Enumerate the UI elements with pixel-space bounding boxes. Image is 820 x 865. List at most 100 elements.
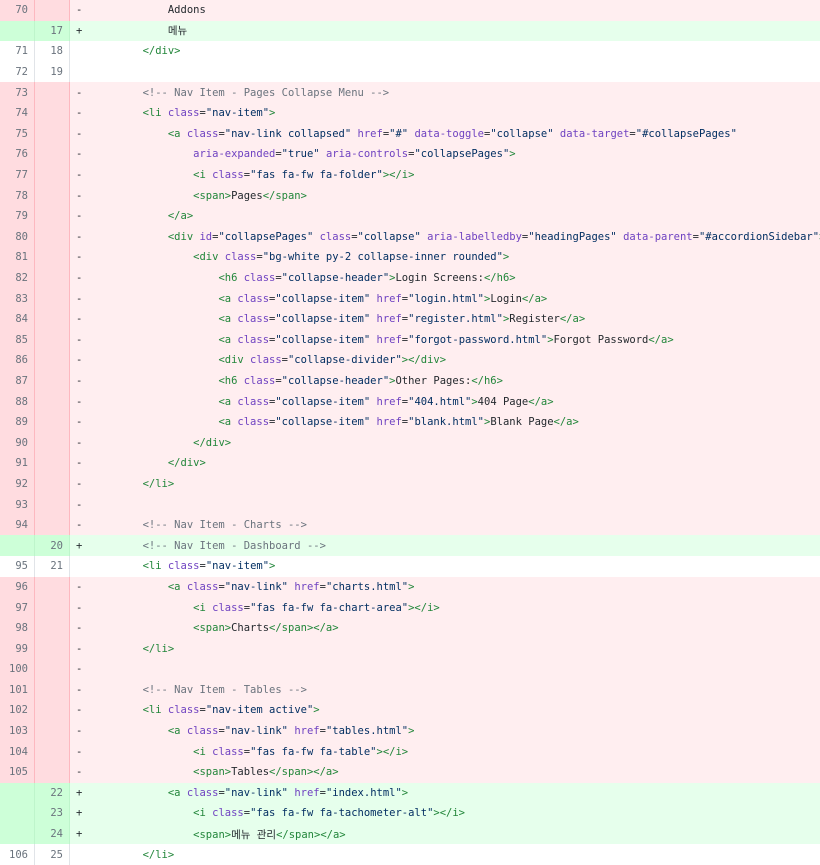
old-line-number[interactable]: 82 xyxy=(0,267,35,289)
new-line-number[interactable] xyxy=(35,102,70,124)
diff-line-del: 75 - <a class="nav-link collapsed" href="… xyxy=(0,123,820,145)
diff-sign: - xyxy=(76,704,83,717)
new-line-number[interactable] xyxy=(35,576,70,598)
diff-sign: - xyxy=(76,622,83,635)
new-line-number[interactable] xyxy=(35,247,70,268)
new-line-number[interactable]: 22 xyxy=(35,782,70,804)
diff-line-del: 92 - </li> xyxy=(0,473,820,495)
old-line-number[interactable]: 73 xyxy=(0,82,35,103)
diff-sign: - xyxy=(76,333,83,346)
old-line-number[interactable]: 86 xyxy=(0,350,35,371)
new-line-number[interactable] xyxy=(35,288,70,309)
diff-line-add: 24 + <span>메뉴 관리</span></a> xyxy=(0,823,820,845)
diff-sign: - xyxy=(76,725,83,738)
new-line-number[interactable] xyxy=(35,82,70,103)
new-line-number[interactable] xyxy=(35,679,70,701)
old-line-number[interactable]: 96 xyxy=(0,576,35,598)
diff-sign: - xyxy=(76,169,83,182)
new-line-number[interactable] xyxy=(35,761,70,783)
new-line-number[interactable] xyxy=(35,185,70,206)
old-line-number[interactable]: 92 xyxy=(0,473,35,495)
diff-line-ctx: 95 21 <li class="nav-item"> xyxy=(0,556,820,577)
old-line-number[interactable]: 90 xyxy=(0,432,35,454)
diff-line-del: 88 - <a class="collapse-item" href="404.h… xyxy=(0,391,820,412)
new-line-number[interactable]: 18 xyxy=(35,41,70,62)
old-line-number[interactable]: 97 xyxy=(0,597,35,618)
new-line-number[interactable] xyxy=(35,720,70,742)
new-line-number[interactable]: 24 xyxy=(35,823,70,845)
old-line-number[interactable]: 98 xyxy=(0,617,35,639)
old-line-number[interactable]: 88 xyxy=(0,391,35,412)
old-line-number[interactable]: 94 xyxy=(0,514,35,536)
old-line-number[interactable]: 79 xyxy=(0,205,35,227)
old-line-number[interactable]: 74 xyxy=(0,102,35,124)
old-line-number[interactable]: 78 xyxy=(0,185,35,206)
new-line-number[interactable]: 20 xyxy=(35,535,70,557)
new-line-number[interactable]: 17 xyxy=(35,20,70,42)
new-line-number[interactable]: 21 xyxy=(35,556,70,577)
old-line-number[interactable]: 89 xyxy=(0,411,35,433)
new-line-number[interactable]: 25 xyxy=(35,844,70,865)
new-line-number[interactable] xyxy=(35,205,70,227)
old-line-number[interactable]: 95 xyxy=(0,556,35,577)
old-line-number[interactable]: 87 xyxy=(0,370,35,392)
new-line-number[interactable] xyxy=(35,659,70,680)
old-line-number[interactable]: 100 xyxy=(0,659,35,680)
old-line-number[interactable]: 83 xyxy=(0,288,35,309)
code-token: href xyxy=(376,313,402,326)
old-line-number[interactable]: 72 xyxy=(0,61,35,83)
new-line-number[interactable] xyxy=(35,123,70,145)
new-line-number[interactable] xyxy=(35,432,70,454)
old-line-number[interactable] xyxy=(0,535,35,557)
diff-sign: - xyxy=(76,477,83,490)
code-token: class xyxy=(237,395,270,408)
old-line-number[interactable]: 93 xyxy=(0,494,35,515)
new-line-number[interactable] xyxy=(35,144,70,165)
old-line-number[interactable] xyxy=(0,782,35,804)
old-line-number[interactable]: 77 xyxy=(0,164,35,186)
old-line-number[interactable]: 75 xyxy=(0,123,35,145)
old-line-number[interactable]: 106 xyxy=(0,844,35,865)
new-line-number[interactable]: 23 xyxy=(35,803,70,824)
code-token: class xyxy=(167,704,200,717)
new-line-number[interactable] xyxy=(35,700,70,721)
new-line-number[interactable] xyxy=(35,391,70,412)
new-line-number[interactable] xyxy=(35,350,70,371)
old-line-number[interactable]: 70 xyxy=(0,0,35,21)
new-line-number[interactable] xyxy=(35,473,70,495)
new-line-number[interactable] xyxy=(35,308,70,330)
diff-sign: - xyxy=(76,374,83,387)
new-line-number[interactable]: 19 xyxy=(35,61,70,83)
old-line-number[interactable]: 71 xyxy=(0,41,35,62)
old-line-number[interactable]: 102 xyxy=(0,700,35,721)
old-line-number[interactable]: 80 xyxy=(0,226,35,248)
new-line-number[interactable] xyxy=(35,741,70,762)
old-line-number[interactable]: 101 xyxy=(0,679,35,701)
new-line-number[interactable] xyxy=(35,597,70,618)
old-line-number[interactable]: 84 xyxy=(0,308,35,330)
new-line-number[interactable] xyxy=(35,617,70,639)
new-line-number[interactable] xyxy=(35,164,70,186)
old-line-number[interactable]: 91 xyxy=(0,453,35,474)
old-line-number[interactable]: 103 xyxy=(0,720,35,742)
old-line-number[interactable]: 76 xyxy=(0,144,35,165)
new-line-number[interactable] xyxy=(35,226,70,248)
new-line-number[interactable] xyxy=(35,370,70,392)
old-line-number[interactable] xyxy=(0,20,35,42)
code-token: class xyxy=(212,169,244,182)
old-line-number[interactable]: 81 xyxy=(0,247,35,268)
new-line-number[interactable] xyxy=(35,0,70,21)
old-line-number[interactable]: 104 xyxy=(0,741,35,762)
old-line-number[interactable] xyxy=(0,803,35,824)
new-line-number[interactable] xyxy=(35,494,70,515)
old-line-number[interactable]: 85 xyxy=(0,329,35,351)
new-line-number[interactable] xyxy=(35,411,70,433)
new-line-number[interactable] xyxy=(35,514,70,536)
new-line-number[interactable] xyxy=(35,453,70,474)
new-line-number[interactable] xyxy=(35,638,70,659)
new-line-number[interactable] xyxy=(35,267,70,289)
new-line-number[interactable] xyxy=(35,329,70,351)
old-line-number[interactable]: 99 xyxy=(0,638,35,659)
old-line-number[interactable]: 105 xyxy=(0,761,35,783)
old-line-number[interactable] xyxy=(0,823,35,845)
